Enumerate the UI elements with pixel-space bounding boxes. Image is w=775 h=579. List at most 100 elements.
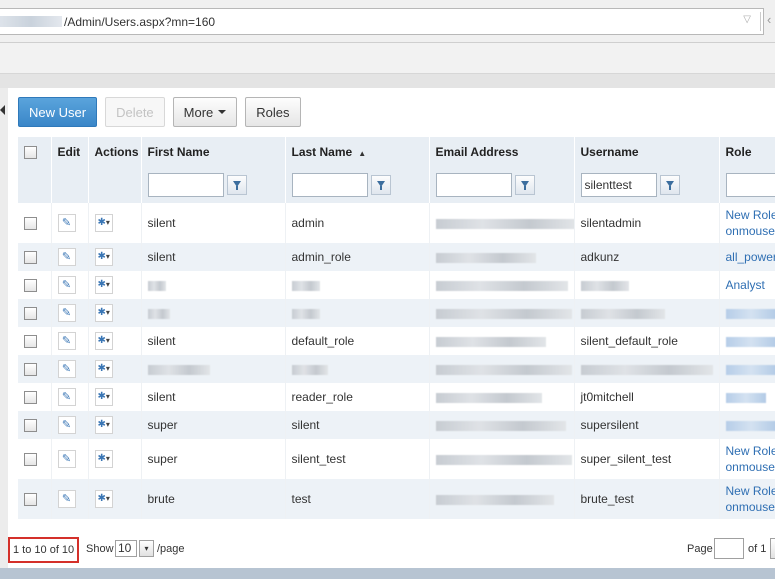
actions-gear-icon[interactable]: ✱▾ (94, 450, 113, 468)
column-header-role[interactable]: Role (719, 137, 775, 167)
role-link-continued[interactable]: onmoused (726, 459, 775, 475)
more-button[interactable]: More (172, 97, 238, 127)
role-cell[interactable] (719, 355, 775, 383)
table-row[interactable]: ✎ ✱▾ Analyst (18, 271, 775, 299)
row-checkbox[interactable] (24, 307, 37, 321)
edit-pencil-icon[interactable]: ✎ (57, 276, 76, 294)
username-filter-input[interactable]: silenttest (580, 173, 657, 197)
actions-gear-icon[interactable]: ✱▾ (94, 388, 113, 406)
table-row[interactable]: ✎ ✱▾ silent reader_role jt0mitchell (18, 383, 775, 411)
table-row[interactable]: ✎ ✱▾ brute test brute_test New Role onmou… (18, 479, 775, 519)
edit-pencil-icon[interactable]: ✎ (57, 248, 76, 266)
table-row[interactable]: ✎ ✱▾ (18, 299, 775, 327)
role-cell[interactable] (719, 327, 775, 355)
page-size-select[interactable]: 10 (115, 540, 137, 557)
table-row[interactable]: ✎ ✱▾ (18, 355, 775, 383)
next-page-button[interactable] (770, 538, 775, 559)
role-cell[interactable]: New Roleonmoused (719, 439, 775, 479)
new-user-button[interactable]: New User (18, 97, 98, 127)
row-checkbox[interactable] (24, 453, 37, 467)
role-cell[interactable]: Analyst (719, 271, 775, 299)
edit-pencil-icon[interactable]: ✎ (57, 214, 76, 232)
role-link[interactable]: New Role (726, 207, 775, 223)
role-cell[interactable]: all_powers (719, 243, 775, 271)
url-dropdown-icon[interactable]: ▽ (743, 14, 751, 25)
actions-gear-icon[interactable]: ✱▾ (94, 360, 113, 378)
first-name-cell (141, 299, 286, 327)
first-name-filter-button[interactable] (226, 175, 247, 195)
row-checkbox[interactable] (24, 391, 37, 405)
edit-pencil-icon[interactable]: ✎ (57, 360, 76, 378)
role-filter-input[interactable] (725, 173, 775, 197)
first-name-cell: super (141, 411, 286, 439)
table-row[interactable]: ✎ ✱▾ silent admin silentadmin New Role on… (18, 203, 775, 243)
role-link[interactable]: New Role (726, 443, 775, 459)
table-row[interactable]: ✎ ✱▾ super silent_test super_silent_test… (18, 439, 775, 479)
role-cell[interactable]: New Roleonmoused (719, 479, 775, 519)
first-name-filter-input[interactable] (147, 173, 224, 197)
email-filter-button[interactable] (514, 175, 535, 195)
collapse-panel-icon[interactable] (0, 105, 5, 115)
redacted-email (435, 392, 542, 403)
actions-gear-icon[interactable]: ✱▾ (94, 304, 113, 322)
row-checkbox[interactable] (24, 217, 37, 231)
refresh-icon[interactable]: ‹ (767, 12, 771, 27)
role-link-continued[interactable]: onmoused (726, 223, 775, 239)
role-cell[interactable]: New Roleonmoused (719, 203, 775, 243)
role-cell[interactable] (719, 299, 775, 327)
column-header-last-name-label: Last Name (291, 145, 353, 159)
edit-pencil-icon[interactable]: ✎ (57, 416, 76, 434)
edit-pencil-icon[interactable]: ✎ (57, 450, 76, 468)
last-name-cell: test (285, 479, 430, 519)
column-header-email[interactable]: Email Address (429, 137, 575, 167)
table-row[interactable]: ✎ ✱▾ silent default_role silent_default_… (18, 327, 775, 355)
actions-gear-icon[interactable]: ✱▾ (94, 248, 113, 266)
last-name-filter-input[interactable] (291, 173, 368, 197)
last-name-filter-button[interactable] (370, 175, 391, 195)
role-link[interactable]: all_powers (726, 249, 775, 265)
per-page-label: /page (157, 543, 185, 555)
actions-gear-icon[interactable]: ✱▾ (94, 416, 113, 434)
redacted-email (435, 252, 536, 263)
redacted-username (580, 280, 629, 291)
column-header-first-name[interactable]: First Name (141, 137, 286, 167)
username-cell: jt0mitchell (574, 383, 720, 411)
row-checkbox[interactable] (24, 335, 37, 349)
column-header-username[interactable]: Username (574, 137, 720, 167)
redacted-username (580, 364, 713, 375)
page-number-input[interactable] (714, 538, 744, 559)
actions-gear-icon[interactable]: ✱▾ (94, 276, 113, 294)
redacted-role (725, 308, 775, 319)
role-link[interactable]: Analyst (726, 277, 775, 293)
first-name-cell: silent (141, 383, 286, 411)
email-filter-input[interactable] (435, 173, 512, 197)
row-checkbox[interactable] (24, 363, 37, 377)
edit-pencil-icon[interactable]: ✎ (57, 388, 76, 406)
actions-gear-icon[interactable]: ✱▾ (94, 490, 113, 508)
filter-cell (719, 167, 775, 203)
page-size-dropdown-icon[interactable]: ▾ (139, 540, 154, 557)
row-checkbox[interactable] (24, 251, 37, 265)
row-checkbox[interactable] (24, 419, 37, 433)
table-row[interactable]: ✎ ✱▾ super silent supersilent (18, 411, 775, 439)
actions-gear-icon[interactable]: ✱▾ (94, 214, 113, 232)
username-filter-button[interactable] (659, 175, 680, 195)
role-link[interactable]: New Role (726, 483, 775, 499)
row-checkbox[interactable] (24, 493, 37, 507)
edit-pencil-icon[interactable]: ✎ (57, 332, 76, 350)
delete-button[interactable]: Delete (105, 97, 165, 127)
role-cell[interactable] (719, 411, 775, 439)
url-field[interactable]: /Admin/Users.aspx?mn=160 ▽ (0, 8, 764, 35)
row-checkbox[interactable] (24, 279, 37, 293)
actions-gear-icon[interactable]: ✱▾ (94, 332, 113, 350)
select-all-checkbox[interactable] (24, 146, 37, 160)
table-row[interactable]: ✎ ✱▾ silent admin_role adkunz all_powers (18, 243, 775, 271)
edit-pencil-icon[interactable]: ✎ (57, 304, 76, 322)
row-edit-cell: ✎ (51, 439, 89, 479)
roles-button[interactable]: Roles (245, 97, 301, 127)
edit-pencil-icon[interactable]: ✎ (57, 490, 76, 508)
first-name-cell: silent (141, 243, 286, 271)
role-link-continued[interactable]: onmoused (726, 499, 775, 515)
column-header-last-name[interactable]: Last Name ▲ (285, 137, 430, 167)
role-cell[interactable] (719, 383, 775, 411)
